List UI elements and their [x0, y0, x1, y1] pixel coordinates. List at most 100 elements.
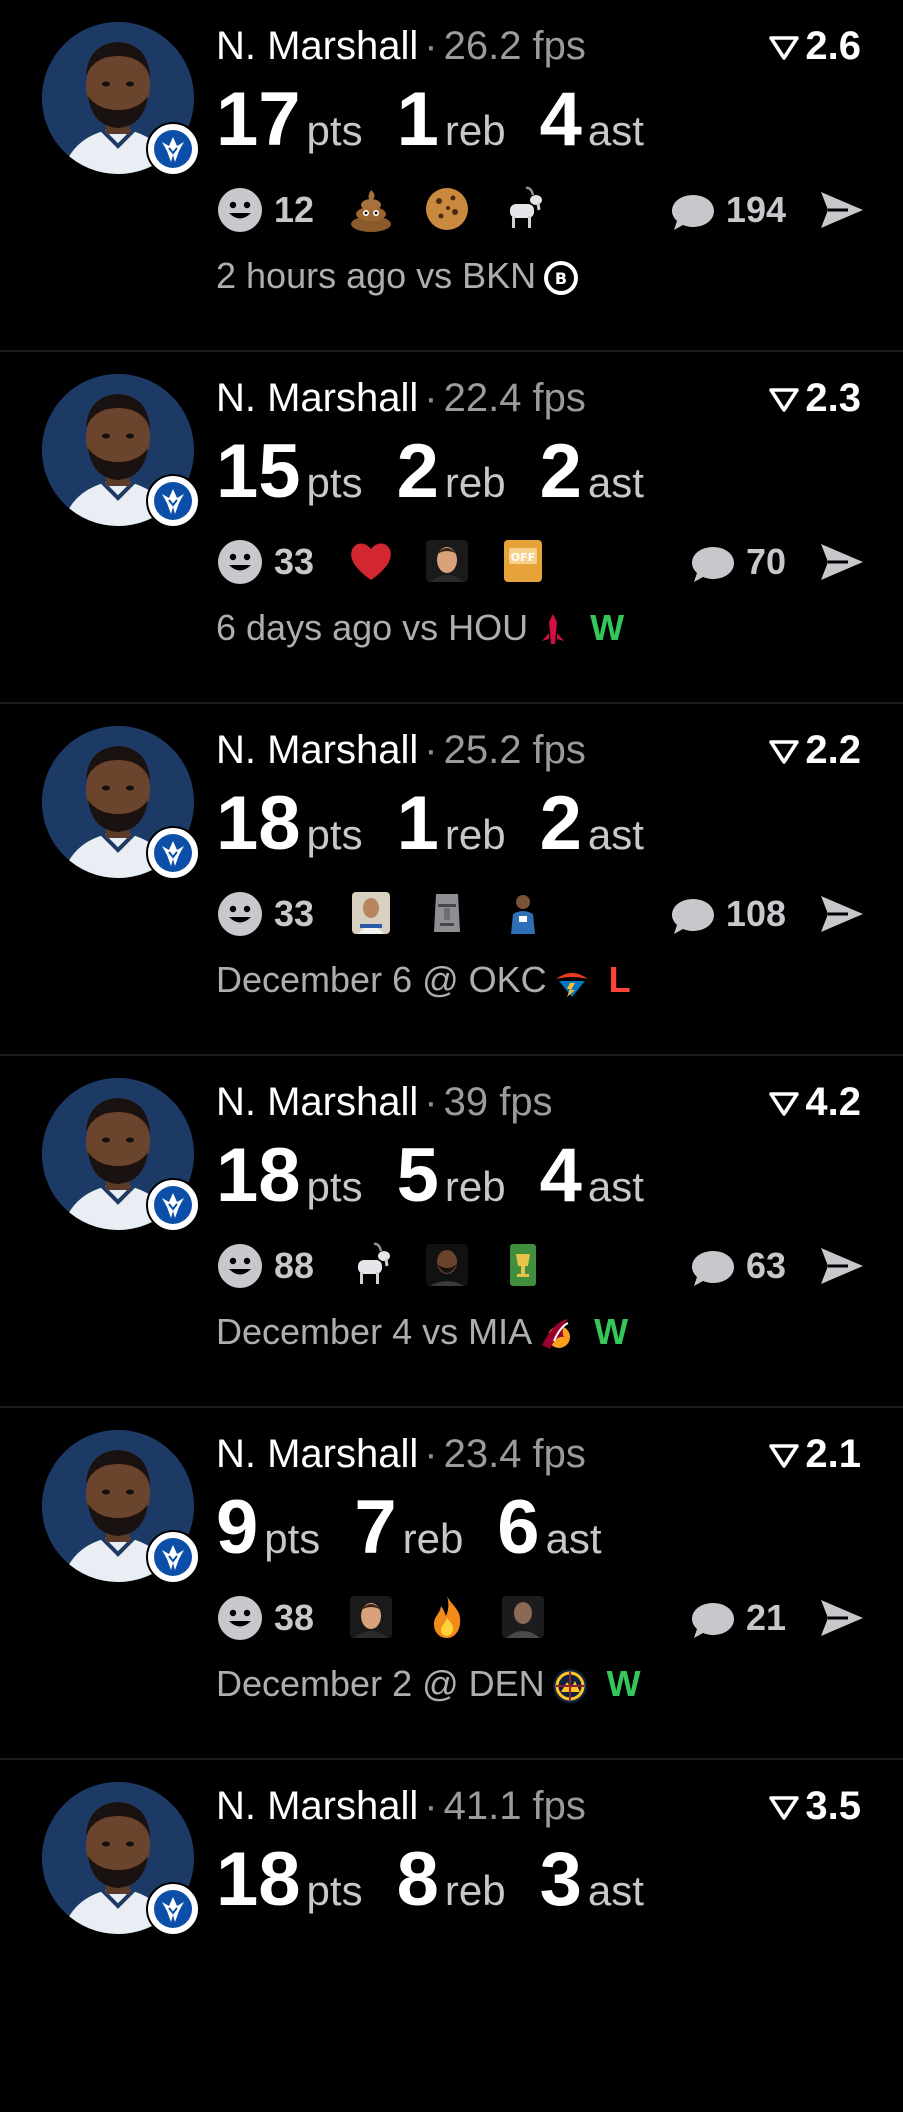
- fantasy-points: 25.2 fps: [443, 728, 586, 772]
- comments-button[interactable]: 194: [670, 188, 786, 232]
- separator-dot: ·: [424, 1784, 438, 1828]
- game-date-opponent: December 6 @ OKC: [216, 959, 547, 1000]
- player-face-emoji[interactable]: [422, 536, 472, 586]
- points-value: 18: [216, 781, 301, 866]
- player-name[interactable]: N. Marshall: [216, 1080, 418, 1124]
- player-card-emoji[interactable]: [346, 888, 396, 938]
- reaction-bar: 88 63: [216, 1240, 866, 1292]
- game-result: W: [590, 607, 625, 648]
- poop-emoji[interactable]: [346, 184, 396, 234]
- bald-player-emoji[interactable]: [498, 1592, 548, 1642]
- goat-emoji[interactable]: [346, 1240, 396, 1290]
- rating-badge: 3.5: [769, 1782, 861, 1830]
- goat-emoji[interactable]: [498, 184, 548, 234]
- game-card[interactable]: N. Marshall · 26.2 fps 2.6 17 pts 1 reb 4 ast 1…: [0, 0, 903, 352]
- stat-line: 17 pts 1 reb 4 ast: [216, 80, 678, 160]
- assists-stat: 4 ast: [540, 80, 644, 160]
- send-icon[interactable]: [818, 538, 866, 586]
- rebounds-stat: 8 reb: [397, 1840, 506, 1920]
- separator-dot: ·: [424, 1432, 438, 1476]
- assists-value: 6: [497, 1485, 540, 1570]
- fantasy-points: 39 fps: [443, 1080, 553, 1124]
- rebounds-label: reb: [444, 1163, 506, 1210]
- player-line: N. Marshall · 23.4 fps: [216, 1430, 586, 1478]
- comments-button[interactable]: 70: [690, 540, 786, 584]
- player-name[interactable]: N. Marshall: [216, 376, 418, 420]
- assists-stat: 4 ast: [540, 1136, 644, 1216]
- comment-bubble-icon: [691, 1251, 734, 1287]
- separator-dot: ·: [424, 24, 438, 68]
- comments-button[interactable]: 21: [690, 1596, 786, 1640]
- game-date-opponent: 2 hours ago vs BKN: [216, 255, 537, 296]
- thunder-logo: [553, 963, 591, 1001]
- comment-count: 70: [745, 541, 786, 582]
- mavericks-logo: [146, 1882, 200, 1936]
- stat-line: 15 pts 2 reb 2 ast: [216, 432, 678, 512]
- trophy-card-emoji[interactable]: [498, 1240, 548, 1290]
- off-sign-emoji[interactable]: OFF: [498, 536, 548, 586]
- svg-text:OFF: OFF: [511, 551, 535, 564]
- smile-icon[interactable]: [216, 538, 264, 586]
- player-name[interactable]: N. Marshall: [216, 1432, 418, 1476]
- smile-icon[interactable]: [216, 1242, 264, 1290]
- player-name[interactable]: N. Marshall: [216, 1784, 418, 1828]
- player-line: N. Marshall · 25.2 fps: [216, 726, 586, 774]
- game-card[interactable]: N. Marshall · 23.4 fps 2.1 9 pts 7 reb 6 ast 38…: [0, 1408, 903, 1760]
- player-line: N. Marshall · 22.4 fps: [216, 374, 586, 422]
- triangle-down-icon: [769, 36, 800, 61]
- mavericks-logo: [146, 826, 200, 880]
- game-card[interactable]: N. Marshall · 39 fps 4.2 18 pts 5 reb 4 ast 88 …: [0, 1056, 903, 1408]
- fire-emoji[interactable]: [422, 1592, 472, 1642]
- comments-button[interactable]: 63: [690, 1244, 786, 1288]
- send-icon[interactable]: [818, 186, 866, 234]
- game-card[interactable]: N. Marshall · 41.1 fps 3.5 18 pts 8 reb 3 ast: [0, 1760, 903, 2112]
- game-date-opponent: December 4 vs MIA: [216, 1311, 533, 1352]
- bearded-player-emoji[interactable]: [422, 1240, 472, 1290]
- points-value: 18: [216, 1133, 301, 1218]
- heart-emoji[interactable]: [346, 536, 396, 586]
- send-icon[interactable]: [818, 1594, 866, 1642]
- smile-icon[interactable]: [216, 186, 264, 234]
- stat-line: 9 pts 7 reb 6 ast: [216, 1488, 636, 1568]
- reaction-count: 38: [274, 1597, 315, 1638]
- smile-icon[interactable]: [216, 890, 264, 938]
- send-icon[interactable]: [818, 1242, 866, 1290]
- assists-label: ast: [587, 1867, 644, 1914]
- send-icon[interactable]: [818, 890, 866, 938]
- cookie-emoji[interactable]: [422, 184, 472, 234]
- rating-badge: 4.2: [769, 1078, 861, 1126]
- comment-bubble-icon: [671, 899, 714, 935]
- triangle-down-icon: [769, 1092, 800, 1117]
- game-date-opponent: December 2 @ DEN: [216, 1663, 545, 1704]
- moai-emoji[interactable]: [422, 888, 472, 938]
- player-name[interactable]: N. Marshall: [216, 728, 418, 772]
- separator-dot: ·: [424, 1080, 438, 1124]
- points-value: 9: [216, 1485, 259, 1570]
- comments-button[interactable]: 108: [670, 892, 786, 936]
- game-card[interactable]: N. Marshall · 22.4 fps 2.3 15 pts 2 reb 2 ast 3…: [0, 352, 903, 704]
- mavericks-logo: [146, 1530, 200, 1584]
- game-info[interactable]: December 2 @ DEN W: [216, 1662, 641, 1706]
- rebounds-label: reb: [444, 811, 506, 858]
- comment-bubble-icon: [691, 1603, 734, 1639]
- player-face-emoji[interactable]: [346, 1592, 396, 1642]
- rebounds-label: reb: [402, 1515, 464, 1562]
- game-result: W: [594, 1311, 629, 1352]
- game-info[interactable]: 2 hours ago vs BKN B: [216, 254, 598, 298]
- player-figure-emoji[interactable]: [498, 888, 548, 938]
- comment-count: 63: [745, 1245, 786, 1286]
- game-info[interactable]: December 4 vs MIA W: [216, 1310, 628, 1354]
- reaction-bar: 33 108: [216, 888, 866, 940]
- rebounds-stat: 2 reb: [397, 432, 506, 512]
- game-info[interactable]: 6 days ago vs HOU W: [216, 606, 624, 650]
- mavericks-logo: [146, 122, 200, 176]
- separator-dot: ·: [424, 376, 438, 420]
- player-line: N. Marshall · 41.1 fps: [216, 1782, 586, 1830]
- mavericks-logo: [146, 474, 200, 528]
- player-name[interactable]: N. Marshall: [216, 24, 418, 68]
- smile-icon[interactable]: [216, 1594, 264, 1642]
- game-info[interactable]: December 6 @ OKC L: [216, 958, 631, 1002]
- game-card[interactable]: N. Marshall · 25.2 fps 2.2 18 pts 1 reb 2 ast 3…: [0, 704, 903, 1056]
- nets-logo: B: [542, 259, 580, 297]
- rebounds-stat: 5 reb: [397, 1136, 506, 1216]
